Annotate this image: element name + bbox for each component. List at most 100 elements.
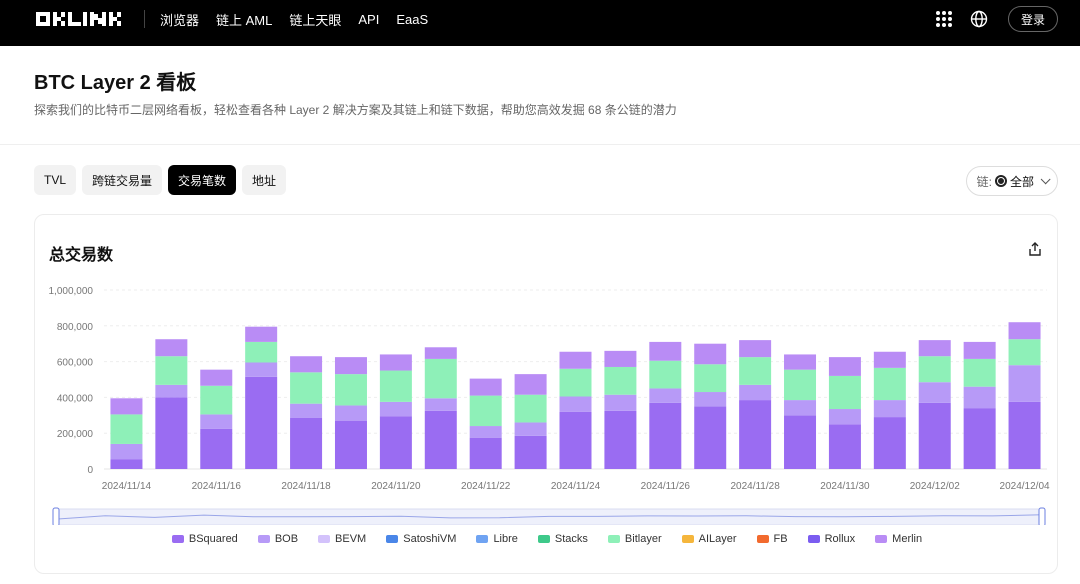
bar-segment-merlin[interactable]: [604, 350, 637, 367]
legend-item-ailayer[interactable]: AILayer: [681, 533, 737, 545]
bar-segment-bitlayer[interactable]: [1008, 339, 1041, 366]
login-button[interactable]: 登录: [1007, 6, 1058, 32]
bar-segment-bitlayer[interactable]: [828, 375, 861, 410]
bar-segment-bsquared[interactable]: [828, 424, 861, 469]
nav-link-explorer[interactable]: 浏览器: [160, 10, 199, 29]
legend-item-libre[interactable]: Libre: [476, 533, 518, 545]
legend-item-rollux[interactable]: Rollux: [807, 533, 855, 545]
bar-segment-bitlayer[interactable]: [739, 357, 772, 385]
bar-segment-bsquared[interactable]: [334, 420, 367, 469]
legend-item-bitlayer[interactable]: Bitlayer: [607, 533, 662, 545]
legend-item-bsquared[interactable]: BSquared: [171, 533, 238, 545]
bar-segment-bob[interactable]: [200, 414, 233, 429]
bar-segment-bob[interactable]: [334, 405, 367, 421]
bar-segment-merlin[interactable]: [873, 351, 906, 368]
bar-segment-merlin[interactable]: [963, 341, 996, 359]
bar-segment-bitlayer[interactable]: [873, 367, 906, 401]
globe-icon[interactable]: [970, 10, 988, 28]
tab-addresses[interactable]: 地址: [242, 165, 287, 195]
bar-segment-merlin[interactable]: [918, 340, 951, 357]
legend-item-merlin[interactable]: Merlin: [875, 533, 922, 545]
bar-segment-bob[interactable]: [918, 382, 951, 403]
bar-segment-bitlayer[interactable]: [110, 414, 143, 444]
bar-segment-bsquared[interactable]: [469, 437, 502, 469]
bar-segment-bob[interactable]: [828, 409, 861, 425]
bar-segment-merlin[interactable]: [694, 343, 727, 365]
bar-segment-bsquared[interactable]: [110, 459, 143, 469]
bar-segment-bob[interactable]: [514, 422, 547, 436]
bar-segment-merlin[interactable]: [784, 354, 817, 370]
bar-segment-bitlayer[interactable]: [155, 356, 188, 385]
bar-segment-bitlayer[interactable]: [604, 366, 637, 395]
bar-segment-merlin[interactable]: [245, 326, 278, 342]
bar-segment-merlin[interactable]: [424, 347, 457, 359]
bar-segment-bsquared[interactable]: [514, 435, 547, 469]
bar-segment-bsquared[interactable]: [424, 410, 457, 469]
bar-segment-bitlayer[interactable]: [469, 395, 502, 427]
zoom-handle-left[interactable]: [52, 507, 60, 525]
legend-item-fb[interactable]: FB: [756, 533, 788, 545]
bar-segment-merlin[interactable]: [110, 398, 143, 415]
bar-segment-merlin[interactable]: [469, 378, 502, 396]
bar-segment-bsquared[interactable]: [200, 428, 233, 469]
bar-segment-bsquared[interactable]: [784, 415, 817, 469]
bar-segment-bitlayer[interactable]: [334, 374, 367, 406]
tab-cross-chain-volume[interactable]: 跨链交易量: [82, 165, 163, 195]
bar-segment-bob[interactable]: [559, 396, 592, 412]
bar-segment-merlin[interactable]: [514, 374, 547, 395]
bar-segment-bob[interactable]: [784, 400, 817, 416]
bar-segment-merlin[interactable]: [828, 357, 861, 376]
bar-segment-merlin[interactable]: [649, 341, 682, 361]
bar-segment-merlin[interactable]: [334, 357, 367, 375]
bar-segment-bitlayer[interactable]: [424, 358, 457, 399]
bar-segment-bitlayer[interactable]: [245, 341, 278, 363]
legend-item-satoshivm[interactable]: SatoshiVM: [386, 533, 456, 545]
bar-segment-merlin[interactable]: [379, 354, 412, 371]
bar-segment-bsquared[interactable]: [559, 411, 592, 469]
apps-grid-icon[interactable]: [935, 11, 952, 27]
bar-segment-bob[interactable]: [1008, 365, 1041, 402]
legend-item-bevm[interactable]: BEVM: [318, 533, 366, 545]
bar-segment-bitlayer[interactable]: [200, 385, 233, 415]
zoom-handle-right[interactable]: [1038, 507, 1046, 525]
oklink-logo[interactable]: [36, 12, 126, 26]
bar-segment-bob[interactable]: [649, 388, 682, 403]
nav-link-api[interactable]: API: [358, 12, 379, 27]
bar-segment-bsquared[interactable]: [873, 417, 906, 469]
bar-segment-bitlayer[interactable]: [963, 358, 996, 387]
legend-item-stacks[interactable]: Stacks: [537, 533, 588, 545]
bar-segment-bitlayer[interactable]: [290, 372, 323, 404]
bar-segment-merlin[interactable]: [559, 351, 592, 369]
bar-segment-bsquared[interactable]: [379, 416, 412, 469]
bar-segment-bsquared[interactable]: [245, 376, 278, 469]
bar-segment-bitlayer[interactable]: [649, 360, 682, 389]
bar-segment-bob[interactable]: [873, 400, 906, 418]
legend-item-bob[interactable]: BOB: [257, 533, 298, 545]
bar-segment-bitlayer[interactable]: [379, 370, 412, 402]
zoom-slider-track[interactable]: [55, 508, 1043, 525]
bar-segment-bob[interactable]: [469, 426, 502, 438]
bar-segment-bob[interactable]: [245, 362, 278, 377]
bar-segment-bsquared[interactable]: [739, 400, 772, 469]
bar-segment-bob[interactable]: [424, 398, 457, 411]
bar-segment-bitlayer[interactable]: [514, 394, 547, 423]
bar-segment-bsquared[interactable]: [604, 410, 637, 469]
bar-segment-bsquared[interactable]: [963, 408, 996, 469]
bar-segment-bsquared[interactable]: [649, 402, 682, 469]
bar-segment-bob[interactable]: [694, 392, 727, 407]
bar-segment-merlin[interactable]: [155, 339, 188, 357]
bar-segment-merlin[interactable]: [739, 340, 772, 358]
bar-segment-merlin[interactable]: [1008, 322, 1041, 340]
bar-segment-bob[interactable]: [963, 386, 996, 409]
bar-segment-bob[interactable]: [155, 384, 188, 398]
bar-segment-bob[interactable]: [110, 443, 143, 460]
bar-segment-bob[interactable]: [604, 394, 637, 411]
bar-segment-bob[interactable]: [290, 403, 323, 418]
nav-link-onchain-eye[interactable]: 链上天眼: [289, 10, 341, 29]
bar-segment-bob[interactable]: [739, 384, 772, 401]
bar-segment-merlin[interactable]: [200, 369, 233, 386]
bar-segment-bitlayer[interactable]: [559, 368, 592, 397]
bar-segment-bitlayer[interactable]: [784, 369, 817, 401]
bar-segment-bsquared[interactable]: [918, 402, 951, 469]
bar-segment-bsquared[interactable]: [290, 417, 323, 469]
